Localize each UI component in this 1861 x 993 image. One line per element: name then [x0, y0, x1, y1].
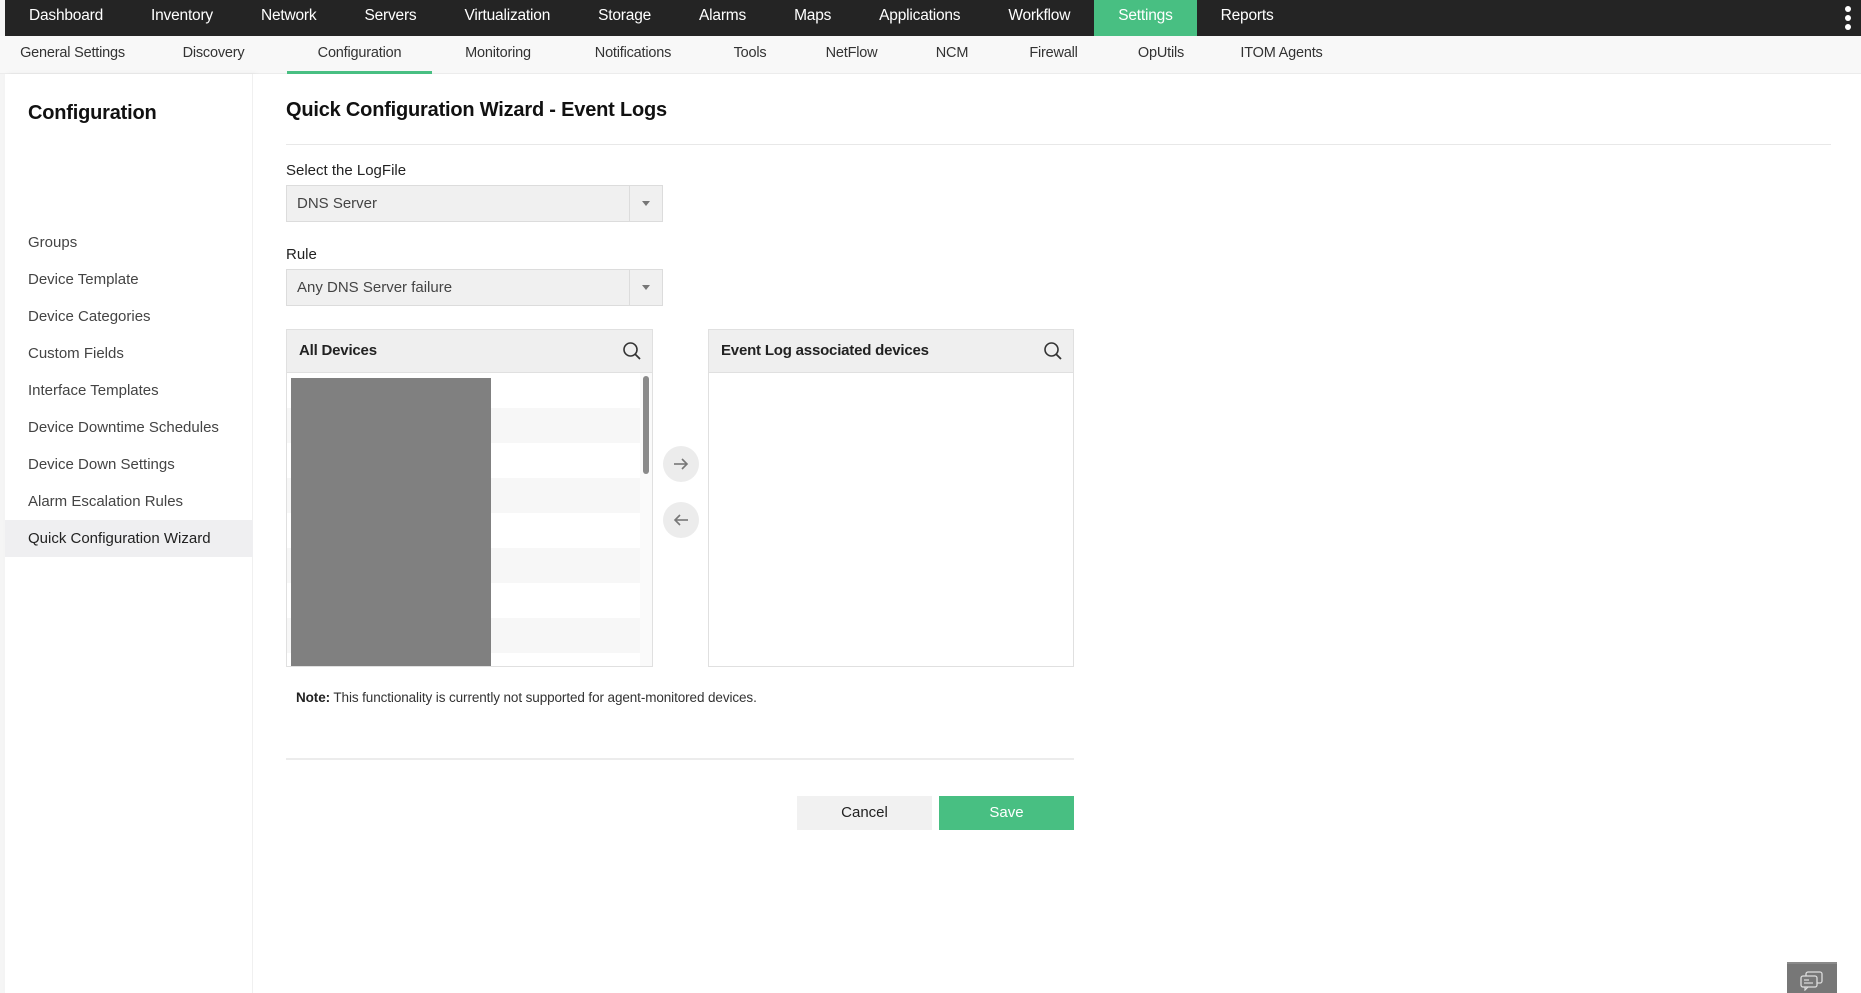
- top-nav-menu: Dashboard Inventory Network Servers Virt…: [5, 0, 1298, 36]
- arrow-left-icon: [673, 514, 688, 526]
- logfile-select[interactable]: DNS Server: [286, 185, 663, 222]
- all-devices-list[interactable]: [287, 373, 652, 666]
- logfile-select-toggle[interactable]: [629, 186, 662, 221]
- top-nav-maps[interactable]: Maps: [770, 0, 855, 36]
- all-devices-header: All Devices: [287, 330, 652, 373]
- sidebar-item-alarm-escalation-rules[interactable]: Alarm Escalation Rules: [5, 483, 253, 520]
- title-divider: [286, 144, 1831, 145]
- associated-devices-list[interactable]: [709, 373, 1073, 666]
- move-left-button[interactable]: [663, 502, 699, 538]
- tab-tools[interactable]: Tools: [702, 36, 798, 74]
- rule-label: Rule: [286, 246, 317, 263]
- tab-notifications[interactable]: Notifications: [564, 36, 702, 74]
- top-nav-virtualization[interactable]: Virtualization: [440, 0, 574, 36]
- chevron-down-icon: [642, 285, 650, 290]
- top-nav-reports[interactable]: Reports: [1197, 0, 1298, 36]
- top-nav-inventory[interactable]: Inventory: [127, 0, 237, 36]
- kebab-menu-icon[interactable]: [1843, 6, 1853, 30]
- top-nav-settings[interactable]: Settings: [1094, 0, 1197, 36]
- redacted-device-names: [291, 378, 491, 666]
- rule-select[interactable]: Any DNS Server failure: [286, 269, 663, 306]
- search-icon[interactable]: [1043, 341, 1063, 361]
- sidebar-menu: Groups Device Template Device Categories…: [5, 224, 253, 557]
- all-devices-title: All Devices: [299, 342, 377, 359]
- tab-itom-agents[interactable]: ITOM Agents: [1214, 36, 1349, 74]
- tab-monitoring[interactable]: Monitoring: [432, 36, 564, 74]
- sub-nav-menu: General Settings Discovery Configuration…: [5, 36, 1349, 74]
- kebab-dot: [1845, 24, 1851, 30]
- scrollbar-thumb[interactable]: [643, 376, 649, 474]
- note-text: Note: This functionality is currently no…: [296, 690, 757, 705]
- sidebar-item-interface-templates[interactable]: Interface Templates: [5, 372, 253, 409]
- note-label: Note:: [296, 690, 330, 705]
- logfile-select-value: DNS Server: [297, 195, 378, 212]
- top-nav-workflow[interactable]: Workflow: [984, 0, 1094, 36]
- sidebar-item-custom-fields[interactable]: Custom Fields: [5, 335, 253, 372]
- rule-select-value: Any DNS Server failure: [297, 279, 453, 296]
- move-right-button[interactable]: [663, 446, 699, 482]
- top-navigation-bar: Dashboard Inventory Network Servers Virt…: [0, 0, 1861, 36]
- sidebar-item-groups[interactable]: Groups: [5, 224, 253, 261]
- sidebar: Configuration Groups Device Template Dev…: [5, 74, 253, 993]
- scrollbar-track[interactable]: [640, 373, 652, 666]
- chat-widget-button[interactable]: [1787, 962, 1837, 993]
- tab-ncm[interactable]: NCM: [905, 36, 999, 74]
- associated-devices-header: Event Log associated devices: [709, 330, 1073, 373]
- tab-oputils[interactable]: OpUtils: [1108, 36, 1214, 74]
- note-message: This functionality is currently not supp…: [330, 690, 757, 705]
- kebab-dot: [1845, 6, 1851, 12]
- top-nav-storage[interactable]: Storage: [574, 0, 675, 36]
- top-nav-alarms[interactable]: Alarms: [675, 0, 770, 36]
- sidebar-title: Configuration: [28, 102, 157, 124]
- cancel-button[interactable]: Cancel: [797, 796, 932, 830]
- sidebar-item-device-downtime-schedules[interactable]: Device Downtime Schedules: [5, 409, 253, 446]
- rule-select-toggle[interactable]: [629, 270, 662, 305]
- tab-configuration[interactable]: Configuration: [287, 36, 432, 74]
- main-content: Quick Configuration Wizard - Event Logs …: [253, 74, 1861, 993]
- sidebar-item-device-template[interactable]: Device Template: [5, 261, 253, 298]
- chat-icon: [1800, 971, 1823, 991]
- top-nav-servers[interactable]: Servers: [340, 0, 440, 36]
- logfile-label: Select the LogFile: [286, 162, 407, 179]
- form-divider: [286, 758, 1074, 760]
- save-button[interactable]: Save: [939, 796, 1074, 830]
- top-nav-network[interactable]: Network: [237, 0, 340, 36]
- tab-netflow[interactable]: NetFlow: [798, 36, 905, 74]
- page-title: Quick Configuration Wizard - Event Logs: [286, 99, 667, 121]
- associated-devices-panel: Event Log associated devices: [708, 329, 1074, 667]
- settings-sub-navigation: General Settings Discovery Configuration…: [0, 36, 1861, 74]
- kebab-dot: [1845, 15, 1851, 21]
- arrow-right-icon: [674, 458, 689, 470]
- sidebar-item-device-categories[interactable]: Device Categories: [5, 298, 253, 335]
- top-nav-applications[interactable]: Applications: [855, 0, 984, 36]
- top-nav-dashboard[interactable]: Dashboard: [5, 0, 127, 36]
- sidebar-item-device-down-settings[interactable]: Device Down Settings: [5, 446, 253, 483]
- tab-general-settings[interactable]: General Settings: [5, 36, 140, 74]
- all-devices-panel: All Devices: [286, 329, 653, 667]
- chevron-down-icon: [642, 201, 650, 206]
- tab-discovery[interactable]: Discovery: [140, 36, 287, 74]
- sidebar-item-quick-configuration-wizard[interactable]: Quick Configuration Wizard: [5, 520, 253, 557]
- search-icon[interactable]: [622, 341, 642, 361]
- tab-firewall[interactable]: Firewall: [999, 36, 1108, 74]
- associated-devices-title: Event Log associated devices: [721, 342, 929, 359]
